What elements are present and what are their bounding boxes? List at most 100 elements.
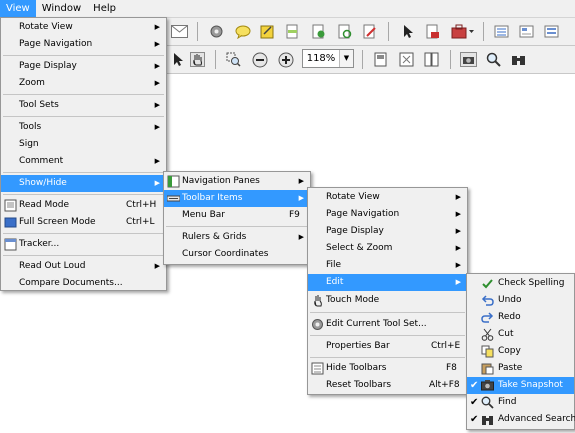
magnifier-icon[interactable] xyxy=(484,50,503,69)
toolbar-items-item-select-zoom[interactable]: Select & Zoom ▶ xyxy=(308,240,467,257)
comment-icon[interactable] xyxy=(233,22,252,41)
edit-item-redo[interactable]: Redo xyxy=(467,309,574,326)
toolbar-separator xyxy=(362,50,363,69)
hand-tool-icon[interactable] xyxy=(188,50,207,69)
view-menu-item-tracker[interactable]: Tracker... xyxy=(1,236,166,253)
document-gear-icon[interactable] xyxy=(309,22,328,41)
edit-item-cut[interactable]: Cut xyxy=(467,326,574,343)
camera-icon xyxy=(481,379,494,392)
toolbar-separator xyxy=(215,50,216,69)
menu-bar: View Window Help xyxy=(0,0,575,18)
two-page-view-icon[interactable] xyxy=(422,50,441,69)
email-icon[interactable] xyxy=(170,22,189,41)
menu-separator xyxy=(310,335,465,336)
menu-item-shortcut: Ctrl+H xyxy=(126,200,157,210)
document-stamp-icon[interactable] xyxy=(423,22,442,41)
menu-item-label: Copy xyxy=(498,346,521,356)
menu-item-label: Cursor Coordinates xyxy=(182,249,269,259)
toolbar-items-item-rotate-view[interactable]: Rotate View ▶ xyxy=(308,189,467,206)
toolbar-items-item-touch-mode[interactable]: Touch Mode xyxy=(308,292,467,309)
view-menu-item-read-out-loud[interactable]: Read Out Loud ▶ xyxy=(1,258,166,275)
view-menu-item-comment[interactable]: Comment ▶ xyxy=(1,153,166,170)
select-arrow-icon[interactable] xyxy=(398,22,417,41)
form-icon[interactable] xyxy=(517,22,536,41)
toolbar-items-item-reset-toolbars[interactable]: Reset Toolbars Alt+F8 xyxy=(308,377,467,394)
zoom-out-icon[interactable] xyxy=(250,50,269,69)
submenu-arrow-icon: ▶ xyxy=(154,179,160,187)
zoom-level-combobox[interactable]: 118% ▼ xyxy=(302,49,354,68)
toolbar-items-item-edit-current-tool-set[interactable]: Edit Current Tool Set... xyxy=(308,316,467,333)
menu-item-label: Properties Bar xyxy=(326,341,390,351)
toolbar-separator xyxy=(197,22,198,41)
edit-item-copy[interactable]: Copy xyxy=(467,343,574,360)
menu-item-label: Advanced Search xyxy=(498,414,575,424)
fit-page-icon[interactable] xyxy=(371,50,390,69)
toolbar-items-item-file[interactable]: File ▶ xyxy=(308,257,467,274)
document-edit-icon[interactable] xyxy=(360,22,379,41)
edit-item-take-snapshot[interactable]: ✔ Take Snapshot xyxy=(467,377,574,394)
show-hide-item-menu-bar[interactable]: Menu Bar F9 xyxy=(164,207,310,224)
edit-item-undo[interactable]: Undo xyxy=(467,292,574,309)
toolbar-items-item-page-navigation[interactable]: Page Navigation ▶ xyxy=(308,206,467,223)
toolbar-separator xyxy=(483,22,484,41)
fit-visible-icon[interactable] xyxy=(397,50,416,69)
zoom-in-icon[interactable] xyxy=(276,50,295,69)
show-hide-item-rulers-grids[interactable]: Rulers & Grids ▶ xyxy=(164,229,310,246)
menu-help[interactable]: Help xyxy=(87,0,122,17)
menu-item-shortcut: Ctrl+E xyxy=(431,341,461,351)
form-fields-icon[interactable] xyxy=(542,22,561,41)
submenu-arrow-icon: ▶ xyxy=(455,193,461,201)
menu-item-label: Page Navigation xyxy=(326,209,400,219)
menu-item-label: Tools xyxy=(19,122,42,132)
toolbar-items-icon xyxy=(166,192,181,205)
menu-separator xyxy=(3,255,164,256)
document-refresh-icon[interactable] xyxy=(335,22,354,41)
edit-item-check-spelling[interactable]: Check Spelling xyxy=(467,275,574,292)
read-mode-icon xyxy=(4,199,17,212)
edit-item-find[interactable]: ✔ Find xyxy=(467,394,574,411)
toolbar-items-item-edit[interactable]: Edit ▶ xyxy=(308,274,467,291)
toolbar-items-item-page-display[interactable]: Page Display ▶ xyxy=(308,223,467,240)
menu-separator xyxy=(3,55,164,56)
toolbar-items-item-hide-toolbars[interactable]: Hide Toolbars F8 xyxy=(308,360,467,377)
menu-item-label: Toolbar Items xyxy=(182,193,243,203)
check-spelling-icon xyxy=(481,277,494,290)
view-menu-item-compare-documents[interactable]: Compare Documents... xyxy=(1,275,166,292)
show-hide-item-navigation-panes[interactable]: Navigation Panes ▶ xyxy=(164,173,310,190)
binoculars-icon[interactable] xyxy=(509,50,528,69)
menu-item-label: Take Snapshot xyxy=(498,380,563,390)
edit-item-paste[interactable]: Paste xyxy=(467,360,574,377)
submenu-arrow-icon: ▶ xyxy=(154,157,160,165)
view-menu-item-tool-sets[interactable]: Tool Sets ▶ xyxy=(1,97,166,114)
magnifier-icon xyxy=(481,396,494,409)
menu-item-label: Find xyxy=(498,397,517,407)
view-menu-item-tools[interactable]: Tools ▶ xyxy=(1,119,166,136)
touch-mode-icon xyxy=(311,294,324,307)
submenu-arrow-icon: ▶ xyxy=(154,262,160,270)
chevron-down-icon[interactable]: ▼ xyxy=(339,50,353,67)
view-menu-item-sign[interactable]: Sign xyxy=(1,136,166,153)
toolbox-dropdown-icon[interactable] xyxy=(450,22,476,41)
toolbar-items-submenu: Rotate View ▶ Page Navigation ▶ Page Displ… xyxy=(307,187,468,395)
view-menu-item-full-screen-mode[interactable]: Full Screen Mode Ctrl+L xyxy=(1,214,166,231)
highlight-text-icon[interactable] xyxy=(283,22,302,41)
zoom-marquee-icon[interactable] xyxy=(224,50,243,69)
menu-window[interactable]: Window xyxy=(36,0,87,17)
gear-icon[interactable] xyxy=(207,22,226,41)
view-menu-item-read-mode[interactable]: Read Mode Ctrl+H xyxy=(1,197,166,214)
view-menu-item-show-hide[interactable]: Show/Hide ▶ xyxy=(1,175,166,192)
view-menu-item-rotate-view[interactable]: Rotate View ▶ xyxy=(1,19,166,36)
view-menu-item-page-navigation[interactable]: Page Navigation ▶ xyxy=(1,36,166,53)
sticky-note-icon[interactable] xyxy=(258,22,277,41)
menu-item-shortcut: Ctrl+L xyxy=(126,217,155,227)
view-menu-item-zoom[interactable]: Zoom ▶ xyxy=(1,75,166,92)
menu-view[interactable]: View xyxy=(0,0,36,17)
select-arrow-icon[interactable] xyxy=(168,50,187,69)
toolbar-items-item-properties-bar[interactable]: Properties Bar Ctrl+E xyxy=(308,338,467,355)
list-icon[interactable] xyxy=(492,22,511,41)
camera-icon[interactable] xyxy=(459,50,478,69)
edit-item-advanced-search[interactable]: ✔ Advanced Search xyxy=(467,411,575,428)
show-hide-item-toolbar-items[interactable]: Toolbar Items ▶ xyxy=(164,190,310,207)
show-hide-item-cursor-coordinates[interactable]: Cursor Coordinates xyxy=(164,246,310,263)
view-menu-item-page-display[interactable]: Page Display ▶ xyxy=(1,58,166,75)
